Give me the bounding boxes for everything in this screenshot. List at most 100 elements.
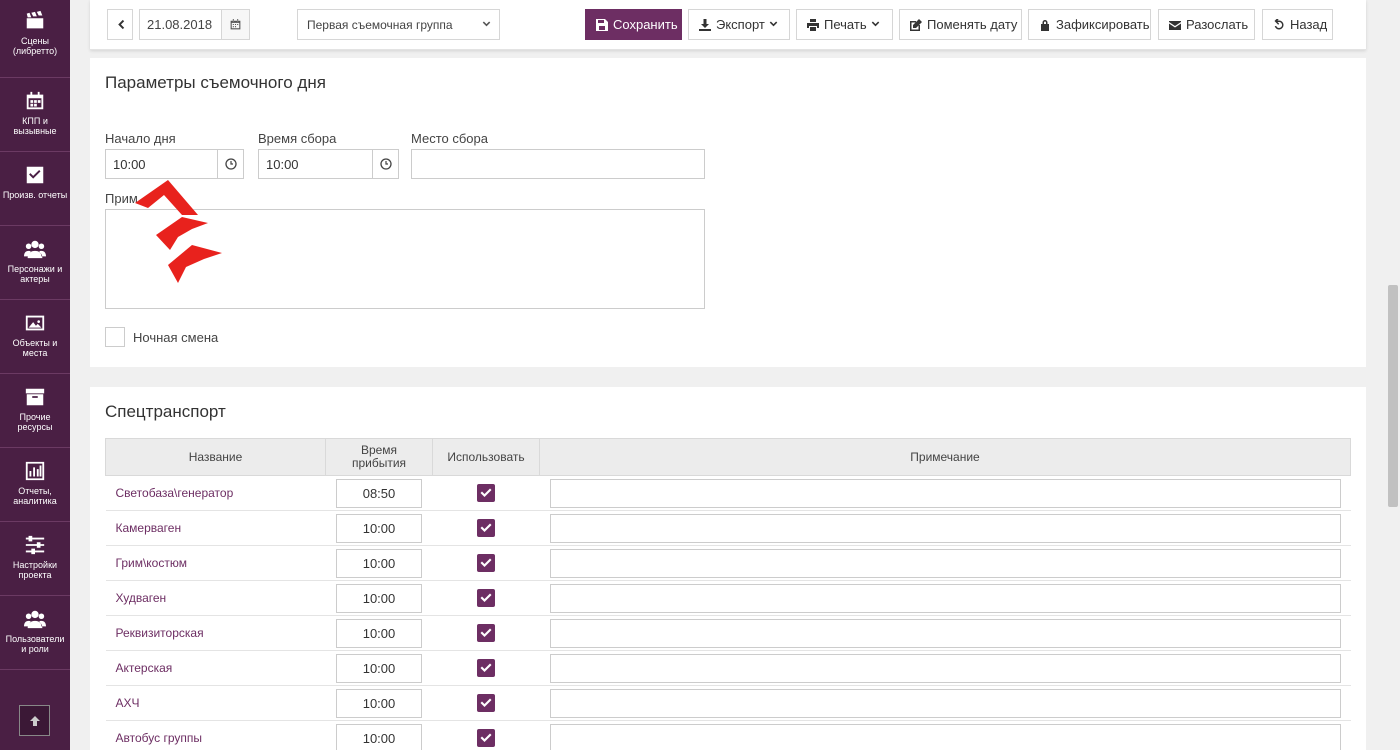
- save-button[interactable]: Сохранить: [585, 9, 682, 40]
- sidebar-item-label: Сцены (либретто): [12, 36, 58, 56]
- transport-title: Спецтранспорт: [105, 402, 226, 421]
- sidebar-item-kpp[interactable]: КПП и вызывные: [0, 78, 70, 152]
- sidebar-item-label: Отчеты, аналитика: [13, 486, 57, 506]
- picture-icon: [25, 315, 45, 331]
- page-scrollbar-thumb[interactable]: [1388, 285, 1398, 507]
- use-checkbox[interactable]: [477, 519, 495, 537]
- archive-icon: [25, 388, 45, 406]
- note-input[interactable]: [549, 723, 1341, 750]
- arrival-time-input[interactable]: 10:00: [336, 653, 422, 683]
- sidebar-item-users[interactable]: Пользователи и роли: [0, 596, 70, 670]
- gather-time-input[interactable]: 10:00: [258, 149, 399, 179]
- group-select[interactable]: Первая съемочная группа: [297, 9, 500, 40]
- sidebar-item-analytics[interactable]: Отчеты, аналитика: [0, 448, 70, 522]
- scroll-to-top-button[interactable]: [19, 705, 50, 736]
- transport-name: Камерваген: [105, 510, 326, 546]
- gather-label: Время сбора: [258, 131, 337, 146]
- use-checkbox[interactable]: [477, 554, 495, 572]
- arrival-time-input[interactable]: 10:00: [336, 723, 422, 750]
- lock-button[interactable]: Зафиксировать: [1028, 9, 1151, 40]
- place-label: Место сбора: [411, 131, 488, 146]
- note-input[interactable]: [549, 583, 1341, 613]
- use-checkbox[interactable]: [477, 659, 495, 677]
- arrival-time-input[interactable]: 10:00: [336, 688, 422, 718]
- use-checkbox[interactable]: [477, 484, 495, 502]
- export-button[interactable]: Экспорт: [688, 9, 790, 40]
- sidebar-item-label: Объекты и места: [12, 338, 58, 358]
- sidebar-item-resources[interactable]: Прочие ресурсы: [0, 374, 70, 448]
- note-input[interactable]: [549, 548, 1341, 578]
- transport-panel: Спецтранспорт Название Время прибытия Ис…: [90, 387, 1366, 750]
- chevron-left-icon: [117, 19, 124, 30]
- arrival-time-input[interactable]: 10:00: [336, 583, 422, 613]
- transport-table: Название Время прибытия Использовать При…: [105, 438, 1351, 750]
- arrow-up-icon: [29, 715, 40, 726]
- date-input[interactable]: 21.08.2018: [139, 9, 250, 40]
- sidebar-item-label: Пользователи и роли: [5, 634, 65, 654]
- calendar-button[interactable]: [221, 10, 249, 39]
- arrival-time-input[interactable]: 10:00: [336, 618, 422, 648]
- floppy-disk-icon: [596, 18, 608, 31]
- clock-icon: [224, 158, 237, 170]
- sidebar-item-label: Прочие ресурсы: [17, 412, 53, 432]
- sidebar-item-settings[interactable]: Настройки проекта: [0, 522, 70, 596]
- use-checkbox[interactable]: [477, 694, 495, 712]
- use-checkbox[interactable]: [477, 729, 495, 747]
- undo-icon: [1274, 18, 1284, 29]
- send-button[interactable]: Разослать: [1158, 9, 1255, 40]
- check-icon: [480, 523, 492, 532]
- shooting-day-panel: Параметры съемочного дня Начало дня 10:0…: [90, 58, 1366, 367]
- place-input[interactable]: [411, 149, 705, 179]
- arrival-time-input[interactable]: 10:00: [336, 513, 422, 543]
- check-icon: [480, 733, 492, 742]
- transport-name: Реквизиторская: [105, 615, 326, 651]
- column-header-use: Использовать: [432, 438, 540, 476]
- printer-icon: [807, 18, 819, 31]
- prev-day-button[interactable]: [107, 9, 133, 40]
- sidebar-item-reports[interactable]: Произв. отчеты: [0, 152, 70, 226]
- column-header-note: Примечание: [539, 438, 1351, 476]
- sidebar-item-characters[interactable]: Персонажи и актеры: [0, 226, 70, 300]
- sidebar-item-locations[interactable]: Объекты и места: [0, 300, 70, 374]
- use-checkbox[interactable]: [477, 624, 495, 642]
- arrival-time-input[interactable]: 08:50: [336, 478, 422, 508]
- use-checkbox[interactable]: [477, 589, 495, 607]
- note-input[interactable]: [549, 478, 1341, 508]
- download-icon: [699, 18, 711, 31]
- check-icon: [480, 698, 492, 707]
- clock-button[interactable]: [372, 150, 398, 178]
- group-select-value: Первая съемочная группа: [307, 17, 453, 32]
- transport-name: Грим\костюм: [105, 545, 326, 581]
- panel-title: Параметры съемочного дня: [105, 73, 326, 92]
- bar-chart-icon: [25, 461, 45, 481]
- chevron-down-icon: [871, 21, 879, 27]
- check-icon: [480, 558, 492, 567]
- note-input[interactable]: [549, 618, 1341, 648]
- table-row: Светобаза\генератор 08:50: [105, 475, 1351, 511]
- table-row: Реквизиторская 10:00: [105, 615, 1351, 651]
- table-row: Камерваген 10:00: [105, 510, 1351, 546]
- note-input[interactable]: [549, 688, 1341, 718]
- users-icon: [24, 240, 46, 259]
- sidebar-item-label: Персонажи и актеры: [7, 264, 63, 284]
- check-icon: [480, 488, 492, 497]
- date-value: 21.08.2018: [147, 17, 213, 32]
- sidebar-item-scenes[interactable]: Сцены (либретто): [0, 0, 70, 78]
- table-row: Грим\костюм 10:00: [105, 545, 1351, 581]
- check-icon: [480, 593, 492, 602]
- arrival-time-input[interactable]: 10:00: [336, 548, 422, 578]
- table-row: Автобус группы 10:00: [105, 720, 1351, 750]
- column-header-arrival: Время прибытия: [325, 438, 433, 476]
- transport-name: Светобаза\генератор: [105, 475, 326, 511]
- note-input[interactable]: [549, 653, 1341, 683]
- sidebar-item-label: Произв. отчеты: [2, 190, 68, 200]
- calendar-icon: [26, 91, 44, 110]
- night-shift-checkbox[interactable]: [105, 327, 125, 347]
- back-button[interactable]: Назад: [1262, 9, 1333, 40]
- clock-button[interactable]: [217, 150, 243, 178]
- start-label: Начало дня: [105, 131, 176, 146]
- print-button[interactable]: Печать: [796, 9, 893, 40]
- note-input[interactable]: [549, 513, 1341, 543]
- change-date-button[interactable]: Поменять дату: [899, 9, 1022, 40]
- chevron-down-icon: [769, 21, 778, 27]
